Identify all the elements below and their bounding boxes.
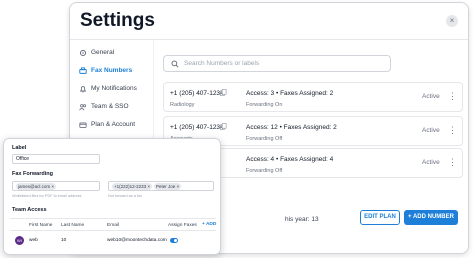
copy-icon[interactable] [220, 123, 227, 130]
sidebar-item-plan-account[interactable]: Plan & Account [70, 116, 154, 134]
more-icon[interactable]: ⋮ [448, 158, 457, 167]
fax-label: Radiology [170, 102, 195, 108]
sidebar-item-label: My Notifications [91, 85, 137, 92]
status-badge: Active [422, 127, 440, 134]
copy-icon[interactable] [220, 89, 227, 96]
access-summary: Access: 4 • Faxes Assigned: 4 [246, 156, 334, 163]
fax-number: +1 (205) 407-1234 [170, 90, 224, 97]
card-icon [79, 122, 87, 128]
sidebar-item-notifications[interactable]: My Notifications [70, 80, 154, 98]
faxes-this-year: his year: 13 [285, 216, 319, 223]
page-title: Settings [80, 10, 155, 31]
table-divider [10, 230, 216, 231]
status-badge: Active [422, 159, 440, 166]
faxes-year-value: 13 [311, 216, 319, 223]
avatar: WI [15, 236, 24, 245]
member-last-name: 10 [61, 238, 67, 243]
search-placeholder: Search Numbers or labels [184, 60, 260, 67]
faxes-year-label: his year: [285, 216, 310, 223]
fax-icon [79, 67, 87, 74]
table-divider [10, 218, 216, 219]
email-help-text: Whitelisted files for PDF to email addre… [12, 194, 82, 198]
sidebar-item-label: Fax Numbers [91, 67, 133, 74]
assign-faxes-toggle[interactable] [170, 238, 178, 243]
sidebar-item-fax-numbers[interactable]: Fax Numbers [70, 62, 154, 80]
more-icon[interactable]: ⋮ [448, 126, 457, 135]
team-access-heading: Team Access [12, 207, 47, 213]
sidebar-item-team-sso[interactable]: Team & SSO [70, 98, 154, 116]
sidebar-item-label: Team & SSO [91, 103, 129, 110]
sidebar-item-label: General [91, 49, 115, 56]
search-input[interactable]: Search Numbers or labels [163, 55, 391, 72]
forwarding-status: Forwarding Off [246, 168, 283, 174]
column-assign-faxes: Assign Faxes [168, 223, 197, 228]
sidebar-item-general[interactable]: General [70, 44, 154, 62]
member-email: web10@moontechdata.com [107, 238, 167, 243]
access-summary: Access: 12 • Faxes Assigned: 2 [246, 124, 337, 131]
label-field[interactable]: Office [12, 154, 100, 164]
forwarding-status: Forwarding Off [246, 136, 283, 142]
more-icon[interactable]: ⋮ [448, 92, 457, 101]
close-icon[interactable]: × [446, 15, 458, 27]
bell-icon [79, 86, 87, 93]
number-help-text: Not forward as a fax [108, 194, 142, 198]
gear-icon [79, 49, 87, 57]
member-first-name: web [29, 238, 38, 243]
email-forwarding-field[interactable]: james@acl.com × [12, 181, 100, 191]
fax-number: +1 (205) 407-1234 [170, 124, 224, 131]
edit-plan-button[interactable]: EDIT PLAN [360, 210, 400, 225]
settings-header: Settings × [70, 3, 468, 39]
forwarding-status: Forwarding On [246, 102, 283, 108]
team-icon [79, 104, 87, 111]
column-email: Email [107, 223, 119, 228]
add-member-button[interactable]: + ADD [202, 222, 216, 227]
fax-number-row[interactable]: +1 (205) 407-1234 Radiology Access: 3 • … [163, 82, 463, 112]
column-first-name: First Name [29, 223, 53, 228]
fax-forwarding-heading: Fax Forwarding [12, 171, 53, 177]
search-icon [171, 60, 179, 68]
email-chip[interactable]: james@acl.com × [16, 182, 56, 190]
column-last-name: Last Name [61, 223, 85, 228]
fax-forwarding-field[interactable]: +1(222)12-2233 × Peter Joe × [108, 181, 214, 191]
sidebar-item-label: Plan & Account [91, 121, 136, 128]
name-chip[interactable]: Peter Joe × [154, 182, 182, 190]
status-badge: Active [422, 93, 440, 100]
number-chip[interactable]: +1(222)12-2233 × [112, 182, 153, 190]
edit-number-card: Label Office Fax Forwarding james@acl.co… [3, 138, 221, 255]
label-heading: Label [12, 145, 27, 151]
access-summary: Access: 3 • Faxes Assigned: 2 [246, 90, 334, 97]
add-number-button[interactable]: + ADD NUMBER [404, 210, 458, 225]
